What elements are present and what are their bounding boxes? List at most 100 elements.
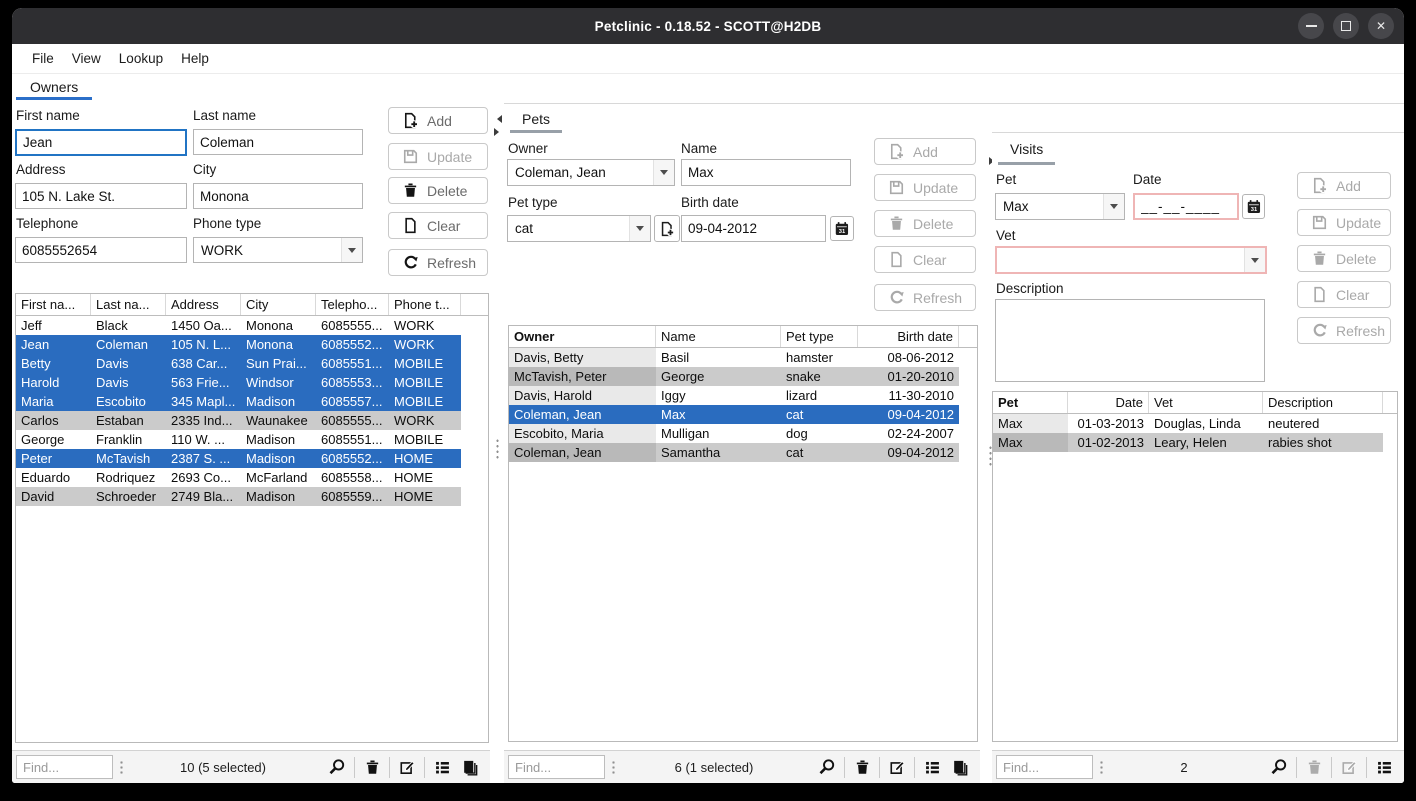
table-row[interactable]: McTavish, PeterGeorgesnake01-20-2010 bbox=[509, 367, 959, 386]
column-header[interactable]: Description bbox=[1263, 392, 1383, 413]
splitter-expand-right-icon[interactable] bbox=[494, 128, 503, 136]
table-row[interactable]: Davis, HaroldIggylizard11-30-2010 bbox=[509, 386, 959, 405]
pets-find-input[interactable] bbox=[508, 755, 605, 779]
column-header[interactable]: Telepho... bbox=[316, 294, 389, 315]
minimize-button[interactable] bbox=[1298, 13, 1324, 39]
pets-edit-tool-button[interactable] bbox=[883, 754, 911, 780]
splitter-grip[interactable] bbox=[496, 438, 499, 460]
table-cell: WORK bbox=[389, 316, 461, 335]
table-row[interactable]: Coleman, JeanMaxcat09-04-2012 bbox=[509, 405, 959, 424]
first-name-input[interactable] bbox=[15, 129, 187, 156]
column-header[interactable]: Birth date bbox=[858, 326, 959, 347]
last-name-input[interactable] bbox=[193, 129, 363, 155]
pets-search-button[interactable] bbox=[813, 754, 841, 780]
pets-delete-button[interactable]: Delete bbox=[874, 210, 976, 237]
visits-update-button[interactable]: Update bbox=[1297, 209, 1391, 236]
visits-add-button[interactable]: Add bbox=[1297, 172, 1391, 199]
column-header[interactable]: Vet bbox=[1149, 392, 1263, 413]
column-header[interactable]: First na... bbox=[16, 294, 91, 315]
visit-date-calendar-button[interactable] bbox=[1242, 194, 1265, 219]
owners-clear-button[interactable]: Clear bbox=[388, 212, 488, 239]
address-input[interactable] bbox=[15, 183, 187, 209]
visits-edit-tool-button[interactable] bbox=[1335, 754, 1363, 780]
pets-copy-tool-button[interactable] bbox=[946, 754, 974, 780]
table-row[interactable]: Max01-03-2013Douglas, Lindaneutered bbox=[993, 414, 1383, 433]
table-row[interactable]: MariaEscobito345 Mapl...Madison6085557..… bbox=[16, 392, 461, 411]
city-input[interactable] bbox=[193, 183, 363, 209]
pet-type-combo[interactable]: cat bbox=[507, 215, 651, 242]
table-row[interactable]: Davis, BettyBasilhamster08-06-2012 bbox=[509, 348, 959, 367]
pets-clear-button[interactable]: Clear bbox=[874, 246, 976, 273]
visit-vet-combo[interactable] bbox=[995, 246, 1267, 274]
pets-delete-tool-button[interactable] bbox=[848, 754, 876, 780]
tab-owners[interactable]: Owners bbox=[16, 74, 92, 100]
close-button[interactable]: ✕ bbox=[1368, 13, 1394, 39]
table-row[interactable]: Max01-02-2013Leary, Helenrabies shot bbox=[993, 433, 1383, 452]
table-row[interactable]: JeffBlack1450 Oa...Monona6085555...WORK bbox=[16, 316, 461, 335]
column-header[interactable]: Last na... bbox=[91, 294, 166, 315]
visits-refresh-button[interactable]: Refresh bbox=[1297, 317, 1391, 344]
table-row[interactable]: JeanColeman105 N. L...Monona6085552...WO… bbox=[16, 335, 461, 354]
table-row[interactable]: GeorgeFranklin110 W. ...Madison6085551..… bbox=[16, 430, 461, 449]
pet-name-input[interactable] bbox=[681, 159, 851, 186]
column-header[interactable]: Name bbox=[656, 326, 781, 347]
visits-list-tool-button[interactable] bbox=[1370, 754, 1398, 780]
visit-date-input[interactable] bbox=[1133, 193, 1239, 220]
menu-file[interactable]: File bbox=[23, 51, 63, 66]
table-row[interactable]: EduardoRodriquez2693 Co...McFarland60855… bbox=[16, 468, 461, 487]
table-row[interactable]: DavidSchroeder2749 Bla...Madison6085559.… bbox=[16, 487, 461, 506]
visits-search-button[interactable] bbox=[1265, 754, 1293, 780]
visits-delete-button[interactable]: Delete bbox=[1297, 245, 1391, 272]
owners-delete-button[interactable]: Delete bbox=[388, 177, 488, 204]
column-header[interactable]: Date bbox=[1068, 392, 1149, 413]
menu-help[interactable]: Help bbox=[172, 51, 218, 66]
column-header[interactable]: Pet bbox=[993, 392, 1068, 413]
tab-visits[interactable]: Visits bbox=[998, 133, 1055, 165]
maximize-button[interactable] bbox=[1333, 13, 1359, 39]
pets-update-button[interactable]: Update bbox=[874, 174, 976, 201]
pet-owner-combo[interactable]: Coleman, Jean bbox=[507, 159, 675, 186]
splitter-collapse-left-icon[interactable] bbox=[493, 115, 502, 123]
owners-refresh-button[interactable]: Refresh bbox=[388, 249, 488, 276]
menu-lookup[interactable]: Lookup bbox=[110, 51, 172, 66]
list-icon bbox=[1376, 759, 1393, 776]
column-header[interactable]: Owner bbox=[509, 326, 656, 347]
owners-list-tool-button[interactable] bbox=[428, 754, 456, 780]
table-row[interactable]: HaroldDavis563 Frie...Windsor6085553...M… bbox=[16, 373, 461, 392]
table-row[interactable]: PeterMcTavish2387 S. ...Madison6085552..… bbox=[16, 449, 461, 468]
pets-add-button[interactable]: Add bbox=[874, 138, 976, 165]
pets-list-tool-button[interactable] bbox=[918, 754, 946, 780]
birth-date-input[interactable] bbox=[681, 215, 826, 242]
birth-date-calendar-button[interactable] bbox=[830, 216, 854, 241]
owners-add-button[interactable]: Add bbox=[388, 107, 488, 134]
visit-description-textarea[interactable] bbox=[995, 299, 1265, 382]
phone-type-combo[interactable]: WORK bbox=[193, 237, 363, 263]
visits-table[interactable]: PetDateVetDescriptionMax01-03-2013Dougla… bbox=[992, 391, 1398, 742]
column-header[interactable]: Pet type bbox=[781, 326, 858, 347]
owners-copy-tool-button[interactable] bbox=[456, 754, 484, 780]
owners-search-button[interactable] bbox=[323, 754, 351, 780]
table-row[interactable]: BettyDavis638 Car...Sun Prai...6085551..… bbox=[16, 354, 461, 373]
table-row[interactable]: Escobito, MariaMulligandog02-24-2007 bbox=[509, 424, 959, 443]
owners-table[interactable]: First na...Last na...AddressCityTelepho.… bbox=[15, 293, 489, 743]
column-header[interactable]: City bbox=[241, 294, 316, 315]
owners-update-button[interactable]: Update bbox=[388, 143, 488, 170]
tab-pets[interactable]: Pets bbox=[510, 104, 562, 133]
table-cell: Rodriquez bbox=[91, 468, 166, 487]
visits-find-input[interactable] bbox=[996, 755, 1093, 779]
owners-find-input[interactable] bbox=[16, 755, 113, 779]
menu-view[interactable]: View bbox=[63, 51, 110, 66]
telephone-input[interactable] bbox=[15, 237, 187, 263]
pets-refresh-button[interactable]: Refresh bbox=[874, 284, 976, 311]
owners-edit-tool-button[interactable] bbox=[393, 754, 421, 780]
visits-delete-tool-button[interactable] bbox=[1300, 754, 1328, 780]
pet-type-add-button[interactable] bbox=[654, 215, 680, 242]
column-header[interactable]: Address bbox=[166, 294, 241, 315]
table-row[interactable]: CarlosEstaban2335 Ind...Waunakee6085555.… bbox=[16, 411, 461, 430]
column-header[interactable]: Phone t... bbox=[389, 294, 461, 315]
owners-delete-tool-button[interactable] bbox=[358, 754, 386, 780]
visit-pet-combo[interactable]: Max bbox=[995, 193, 1125, 220]
pets-table[interactable]: OwnerNamePet typeBirth dateDavis, BettyB… bbox=[508, 325, 978, 742]
table-row[interactable]: Coleman, JeanSamanthacat09-04-2012 bbox=[509, 443, 959, 462]
visits-clear-button[interactable]: Clear bbox=[1297, 281, 1391, 308]
